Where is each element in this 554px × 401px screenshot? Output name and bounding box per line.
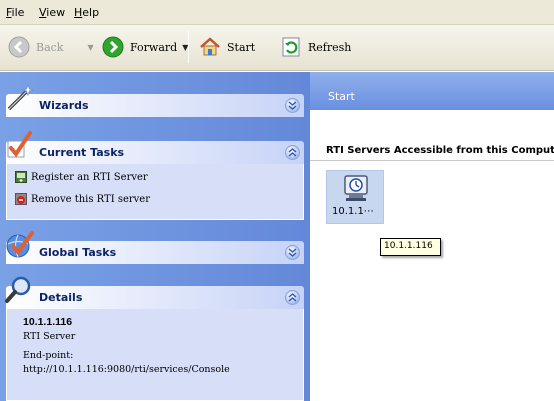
- forward-label: Forward: [130, 40, 178, 54]
- checkmark-icon: [7, 131, 32, 158]
- details-endpoint-label: End-point:: [23, 350, 74, 361]
- menu-help[interactable]: Help: [74, 6, 99, 19]
- magic-wand-icon: [7, 83, 35, 111]
- global-tasks-title: Global Tasks: [39, 246, 117, 259]
- wizards-header[interactable]: Wizards: [6, 94, 304, 117]
- menu-bar: File View Help: [0, 0, 554, 25]
- details-body: 10.1.1.116 RTI Server End-point: http://…: [6, 309, 304, 401]
- server-tooltip: 10.1.1.116: [380, 238, 441, 256]
- server-console-icon: [344, 175, 368, 201]
- menu-file[interactable]: File: [6, 6, 24, 19]
- back-arrow-icon: [8, 36, 30, 58]
- globe-check-icon: [6, 231, 34, 258]
- toolbar: Back ▼ Forward ▼ Start Refresh: [0, 25, 554, 71]
- register-server-link[interactable]: Register an RTI Server: [15, 169, 148, 185]
- back-dropdown-icon[interactable]: ▼: [87, 43, 93, 52]
- details-header[interactable]: Details: [6, 286, 304, 309]
- details-group: Details 10.1.1.116 RTI Server End-point:…: [5, 276, 304, 401]
- current-tasks-header[interactable]: Current Tasks: [6, 141, 304, 164]
- register-server-icon: [15, 171, 27, 183]
- current-tasks-body: Register an RTI Server Remove this RTI s…: [6, 164, 304, 220]
- current-tasks-title: Current Tasks: [39, 146, 125, 159]
- back-button[interactable]: Back ▼: [8, 34, 94, 60]
- server-tile[interactable]: 10.1.1⋯: [326, 170, 384, 224]
- magnifier-icon: [5, 276, 31, 303]
- remove-server-icon: [15, 193, 27, 205]
- start-button[interactable]: Start: [199, 34, 255, 60]
- start-label: Start: [227, 40, 256, 54]
- register-server-label: Register an RTI Server: [31, 171, 148, 183]
- collapse-chevron-icon[interactable]: [285, 290, 300, 305]
- refresh-button[interactable]: Refresh: [280, 34, 351, 60]
- forward-button[interactable]: Forward ▼: [102, 34, 188, 60]
- expand-chevron-icon[interactable]: [285, 98, 300, 113]
- toolbar-separator: [188, 31, 189, 63]
- forward-arrow-icon: [102, 36, 124, 58]
- wizards-group: Wizards: [6, 83, 304, 117]
- details-title: Details: [39, 291, 83, 304]
- task-pane: Wizards Current Tasks Register an RTI Se…: [0, 72, 310, 401]
- remove-server-label: Remove this RTI server: [31, 193, 150, 205]
- details-server-type: RTI Server: [23, 331, 76, 342]
- content-pane: Start RTI Servers Accessible from this C…: [310, 72, 554, 401]
- global-tasks-group: Global Tasks: [6, 231, 304, 264]
- remove-server-link[interactable]: Remove this RTI server: [15, 191, 150, 207]
- refresh-icon: [282, 37, 300, 57]
- details-server-name: 10.1.1.116: [23, 316, 73, 328]
- refresh-label: Refresh: [308, 40, 352, 54]
- section-heading: RTI Servers Accessible from this Compute…: [326, 145, 554, 156]
- home-icon: [200, 37, 220, 56]
- global-tasks-header[interactable]: Global Tasks: [6, 241, 304, 264]
- section-divider: [310, 160, 554, 161]
- details-endpoint-value: http://10.1.1.116:9080/rti/services/Cons…: [23, 364, 230, 375]
- server-tile-label: 10.1.1⋯: [332, 206, 374, 217]
- menu-view[interactable]: View: [39, 6, 65, 19]
- back-label: Back: [36, 40, 64, 54]
- content-title: Start: [328, 90, 355, 103]
- wizards-title: Wizards: [39, 99, 89, 112]
- expand-chevron-icon[interactable]: [285, 245, 300, 260]
- current-tasks-group: Current Tasks Register an RTI Server Rem…: [6, 131, 304, 220]
- content-header: Start: [310, 72, 554, 110]
- collapse-chevron-icon[interactable]: [285, 145, 300, 160]
